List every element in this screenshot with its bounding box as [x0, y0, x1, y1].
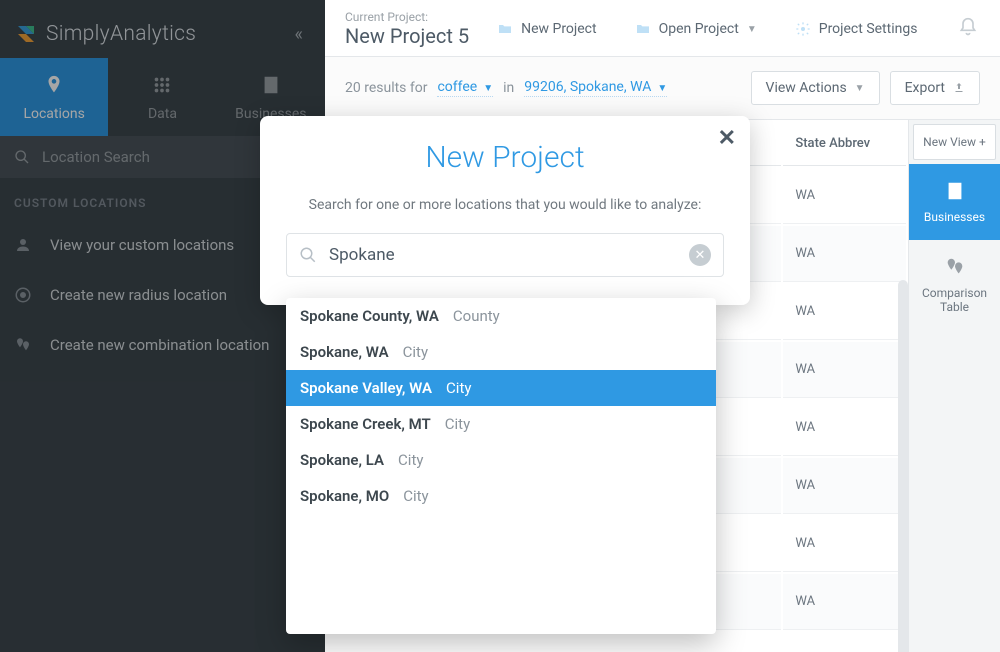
option-name: Spokane Valley, WA: [300, 379, 432, 397]
autocomplete-option[interactable]: Spokane, WA City: [286, 334, 716, 370]
option-name: Spokane Creek, MT: [300, 415, 431, 433]
option-name: Spokane County, WA: [300, 307, 439, 325]
option-type: City: [398, 451, 423, 469]
option-name: Spokane, WA: [300, 343, 389, 361]
autocomplete-option[interactable]: Spokane, MO City: [286, 478, 716, 514]
autocomplete-option[interactable]: Spokane Creek, MT City: [286, 406, 716, 442]
option-type: County: [453, 307, 500, 325]
modal-search[interactable]: ✕: [286, 233, 724, 277]
clear-search-button[interactable]: ✕: [689, 244, 711, 266]
new-project-modal: ✕ New Project Search for one or more loc…: [260, 116, 750, 305]
modal-title: New Project: [286, 140, 724, 175]
close-button[interactable]: ✕: [718, 126, 736, 151]
modal-subtitle: Search for one or more locations that yo…: [286, 197, 724, 213]
autocomplete-option[interactable]: Spokane County, WA County: [286, 298, 716, 334]
option-name: Spokane, MO: [300, 487, 389, 505]
search-icon: [299, 246, 317, 264]
option-type: City: [403, 343, 428, 361]
option-type: City: [445, 415, 470, 433]
option-type: City: [446, 379, 471, 397]
option-type: City: [403, 487, 428, 505]
autocomplete-option[interactable]: Spokane, LA City: [286, 442, 716, 478]
modal-search-input[interactable]: [329, 245, 677, 265]
location-autocomplete-dropdown: Spokane County, WACountySpokane, WACityS…: [286, 298, 716, 634]
option-name: Spokane, LA: [300, 451, 384, 469]
autocomplete-option[interactable]: Spokane Valley, WA City: [286, 370, 716, 406]
